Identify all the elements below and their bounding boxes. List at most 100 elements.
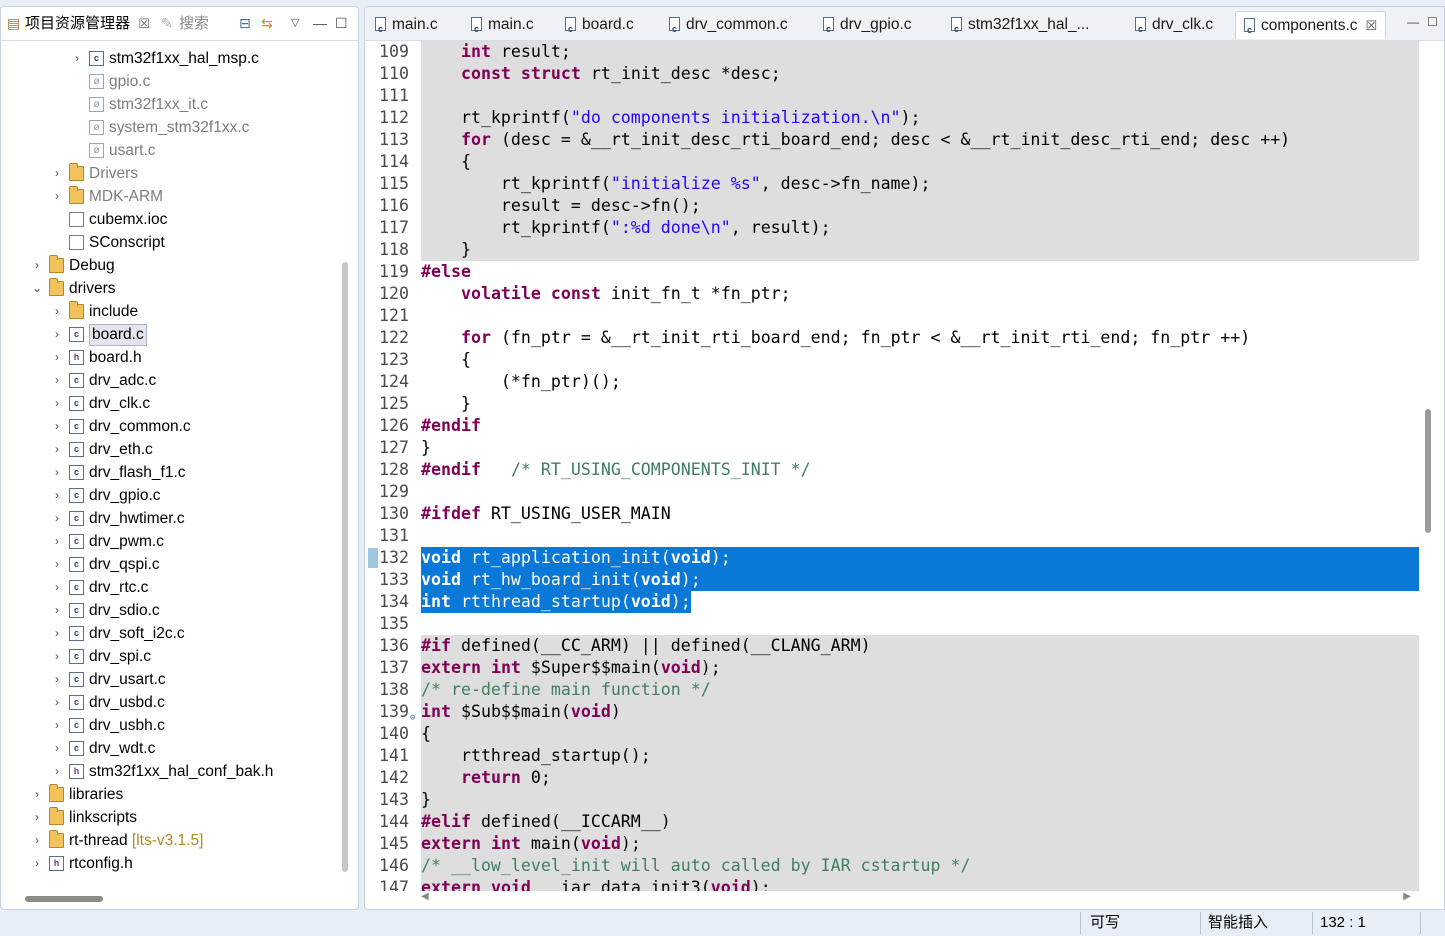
tab-editor-file[interactable]: board.c [565, 11, 634, 43]
chevron-right-icon[interactable]: › [51, 645, 63, 668]
code-line[interactable]: 133 void rt_hw_board_init(void); [365, 569, 1444, 591]
minimize-icon[interactable]: — [1407, 15, 1419, 29]
code-line[interactable]: 123 { [365, 349, 1444, 371]
chevron-right-icon[interactable]: › [31, 254, 43, 277]
tree-item[interactable]: › c drv_sdio.c [1, 599, 339, 622]
tree-item[interactable]: › libraries [1, 783, 339, 806]
tree-item[interactable]: › c drv_qspi.c [1, 553, 339, 576]
tree-item[interactable]: ø system_stm32f1xx.c [1, 116, 339, 139]
collapse-all-icon[interactable]: ⊟ [239, 15, 251, 31]
code-line[interactable]: 141 rtthread_startup(); [365, 745, 1444, 767]
code-line[interactable]: 136 #if defined(__CC_ARM) || defined(__CL… [365, 635, 1444, 657]
code-line[interactable]: 117 rt_kprintf(":%d done\n", result); [365, 217, 1444, 239]
chevron-right-icon[interactable]: › [51, 737, 63, 760]
chevron-right-icon[interactable]: › [51, 576, 63, 599]
close-icon[interactable]: ☒ [138, 16, 150, 31]
chevron-right-icon[interactable]: › [51, 300, 63, 323]
chevron-right-icon[interactable]: › [31, 806, 43, 829]
chevron-right-icon[interactable]: › [51, 553, 63, 576]
code-line[interactable]: 145 extern int main(void); [365, 833, 1444, 855]
tree-item[interactable]: SConscript [1, 231, 339, 254]
code-line[interactable]: 120 volatile const init_fn_t *fn_ptr; [365, 283, 1444, 305]
chevron-right-icon[interactable]: › [31, 783, 43, 806]
chevron-right-icon[interactable]: › [51, 346, 63, 369]
code-line[interactable]: 109 int result; [365, 41, 1444, 63]
code-line[interactable]: 115 rt_kprintf("initialize %s", desc->fn… [365, 173, 1444, 195]
tab-editor-file[interactable]: main.c [471, 11, 534, 43]
chevron-right-icon[interactable]: › [51, 668, 63, 691]
code-line[interactable]: 125 } [365, 393, 1444, 415]
tab-components-c[interactable]: components.c ☒ [1235, 11, 1387, 44]
code-line[interactable]: 140 { [365, 723, 1444, 745]
code-line[interactable]: 111 [365, 85, 1444, 107]
chevron-right-icon[interactable]: › [51, 484, 63, 507]
chevron-right-icon[interactable]: › [51, 691, 63, 714]
view-menu-icon[interactable]: ▽ [291, 15, 299, 31]
code-line[interactable]: 137 extern int $Super$$main(void); [365, 657, 1444, 679]
chevron-right-icon[interactable]: › [51, 185, 63, 208]
chevron-down-icon[interactable]: ⌄ [31, 277, 43, 300]
minimize-icon[interactable]: — [313, 15, 327, 31]
code-line[interactable]: 146 /* __low_level_init will auto called … [365, 855, 1444, 877]
maximize-icon[interactable]: ☐ [335, 15, 348, 31]
chevron-right-icon[interactable]: › [51, 323, 63, 346]
tree-item[interactable]: › c drv_clk.c [1, 392, 339, 415]
chevron-right-icon[interactable]: › [51, 369, 63, 392]
code-line[interactable]: 110 const struct rt_init_desc *desc; [365, 63, 1444, 85]
chevron-right-icon[interactable]: › [31, 829, 43, 852]
editor-vertical-scrollbar[interactable] [1425, 409, 1431, 533]
tree-item[interactable]: › c drv_rtc.c [1, 576, 339, 599]
code-line[interactable]: 112 rt_kprintf("do components initializa… [365, 107, 1444, 129]
code-line[interactable]: 144 #elif defined(__ICCARM__) [365, 811, 1444, 833]
code-line[interactable]: 139 ⊖ int $Sub$$main(void) [365, 701, 1444, 723]
editor-horizontal-scrollbar[interactable]: ◀ ▶ [421, 891, 1411, 905]
chevron-right-icon[interactable]: › [51, 507, 63, 530]
tree-item[interactable]: › c drv_wdt.c [1, 737, 339, 760]
tree-vertical-scrollbar[interactable] [342, 262, 348, 872]
tree-item[interactable]: ø stm32f1xx_it.c [1, 93, 339, 116]
tree-item[interactable]: › c drv_usart.c [1, 668, 339, 691]
code-line[interactable]: 116 result = desc->fn(); [365, 195, 1444, 217]
tab-project-explorer[interactable]: 项目资源管理器 ☒ [25, 13, 150, 35]
scroll-right-icon[interactable]: ▶ [1403, 891, 1411, 902]
code-line[interactable]: 124 (*fn_ptr)(); [365, 371, 1444, 393]
chevron-right-icon[interactable]: › [51, 415, 63, 438]
tree-item[interactable]: ⌄ drivers [1, 277, 339, 300]
chevron-right-icon[interactable]: › [71, 47, 83, 70]
chevron-right-icon[interactable]: › [51, 622, 63, 645]
tree-item[interactable]: › h board.h [1, 346, 339, 369]
code-line[interactable]: 121 [365, 305, 1444, 327]
maximize-icon[interactable]: ☐ [1427, 15, 1438, 29]
code-line[interactable]: 118 } [365, 239, 1444, 261]
chevron-right-icon[interactable]: › [31, 852, 43, 875]
link-editor-icon[interactable]: ⇆ [261, 15, 273, 31]
code-line[interactable]: 132 void rt_application_init(void); [365, 547, 1444, 569]
tree-item[interactable]: ø usart.c [1, 139, 339, 162]
tree-item[interactable]: › rt-thread [lts-v3.1.5] [1, 829, 339, 852]
code-line[interactable]: 114 { [365, 151, 1444, 173]
code-line[interactable]: 135 [365, 613, 1444, 635]
tree-item[interactable]: › Drivers [1, 162, 339, 185]
code-line[interactable]: 142 return 0; [365, 767, 1444, 789]
chevron-right-icon[interactable]: › [51, 760, 63, 783]
tree-item[interactable]: › linkscripts [1, 806, 339, 829]
chevron-right-icon[interactable]: › [51, 599, 63, 622]
tree-item[interactable]: › c drv_common.c [1, 415, 339, 438]
tree-item[interactable]: › c stm32f1xx_hal_msp.c [1, 47, 339, 70]
tab-editor-file[interactable]: stm32f1xx_hal_... [951, 11, 1089, 43]
chevron-right-icon[interactable]: › [51, 714, 63, 737]
chevron-right-icon[interactable]: › [51, 438, 63, 461]
code-line[interactable]: 134 int rtthread_startup(void); [365, 591, 1444, 613]
tab-editor-file[interactable]: drv_gpio.c [823, 11, 912, 43]
chevron-right-icon[interactable]: › [51, 392, 63, 415]
tree-item[interactable]: › c drv_spi.c [1, 645, 339, 668]
tree-item[interactable]: › c drv_gpio.c [1, 484, 339, 507]
code-line[interactable]: 143} [365, 789, 1444, 811]
code-line[interactable]: 113 for (desc = &__rt_init_desc_rti_boar… [365, 129, 1444, 151]
tree-item[interactable]: › h stm32f1xx_hal_conf_bak.h [1, 760, 339, 783]
tab-editor-file[interactable]: drv_clk.c [1135, 11, 1213, 43]
code-line[interactable]: 126 #endif [365, 415, 1444, 437]
code-line[interactable]: 127} [365, 437, 1444, 459]
tree-item[interactable]: › c board.c [1, 323, 339, 346]
tab-editor-file[interactable]: main.c [375, 11, 438, 43]
